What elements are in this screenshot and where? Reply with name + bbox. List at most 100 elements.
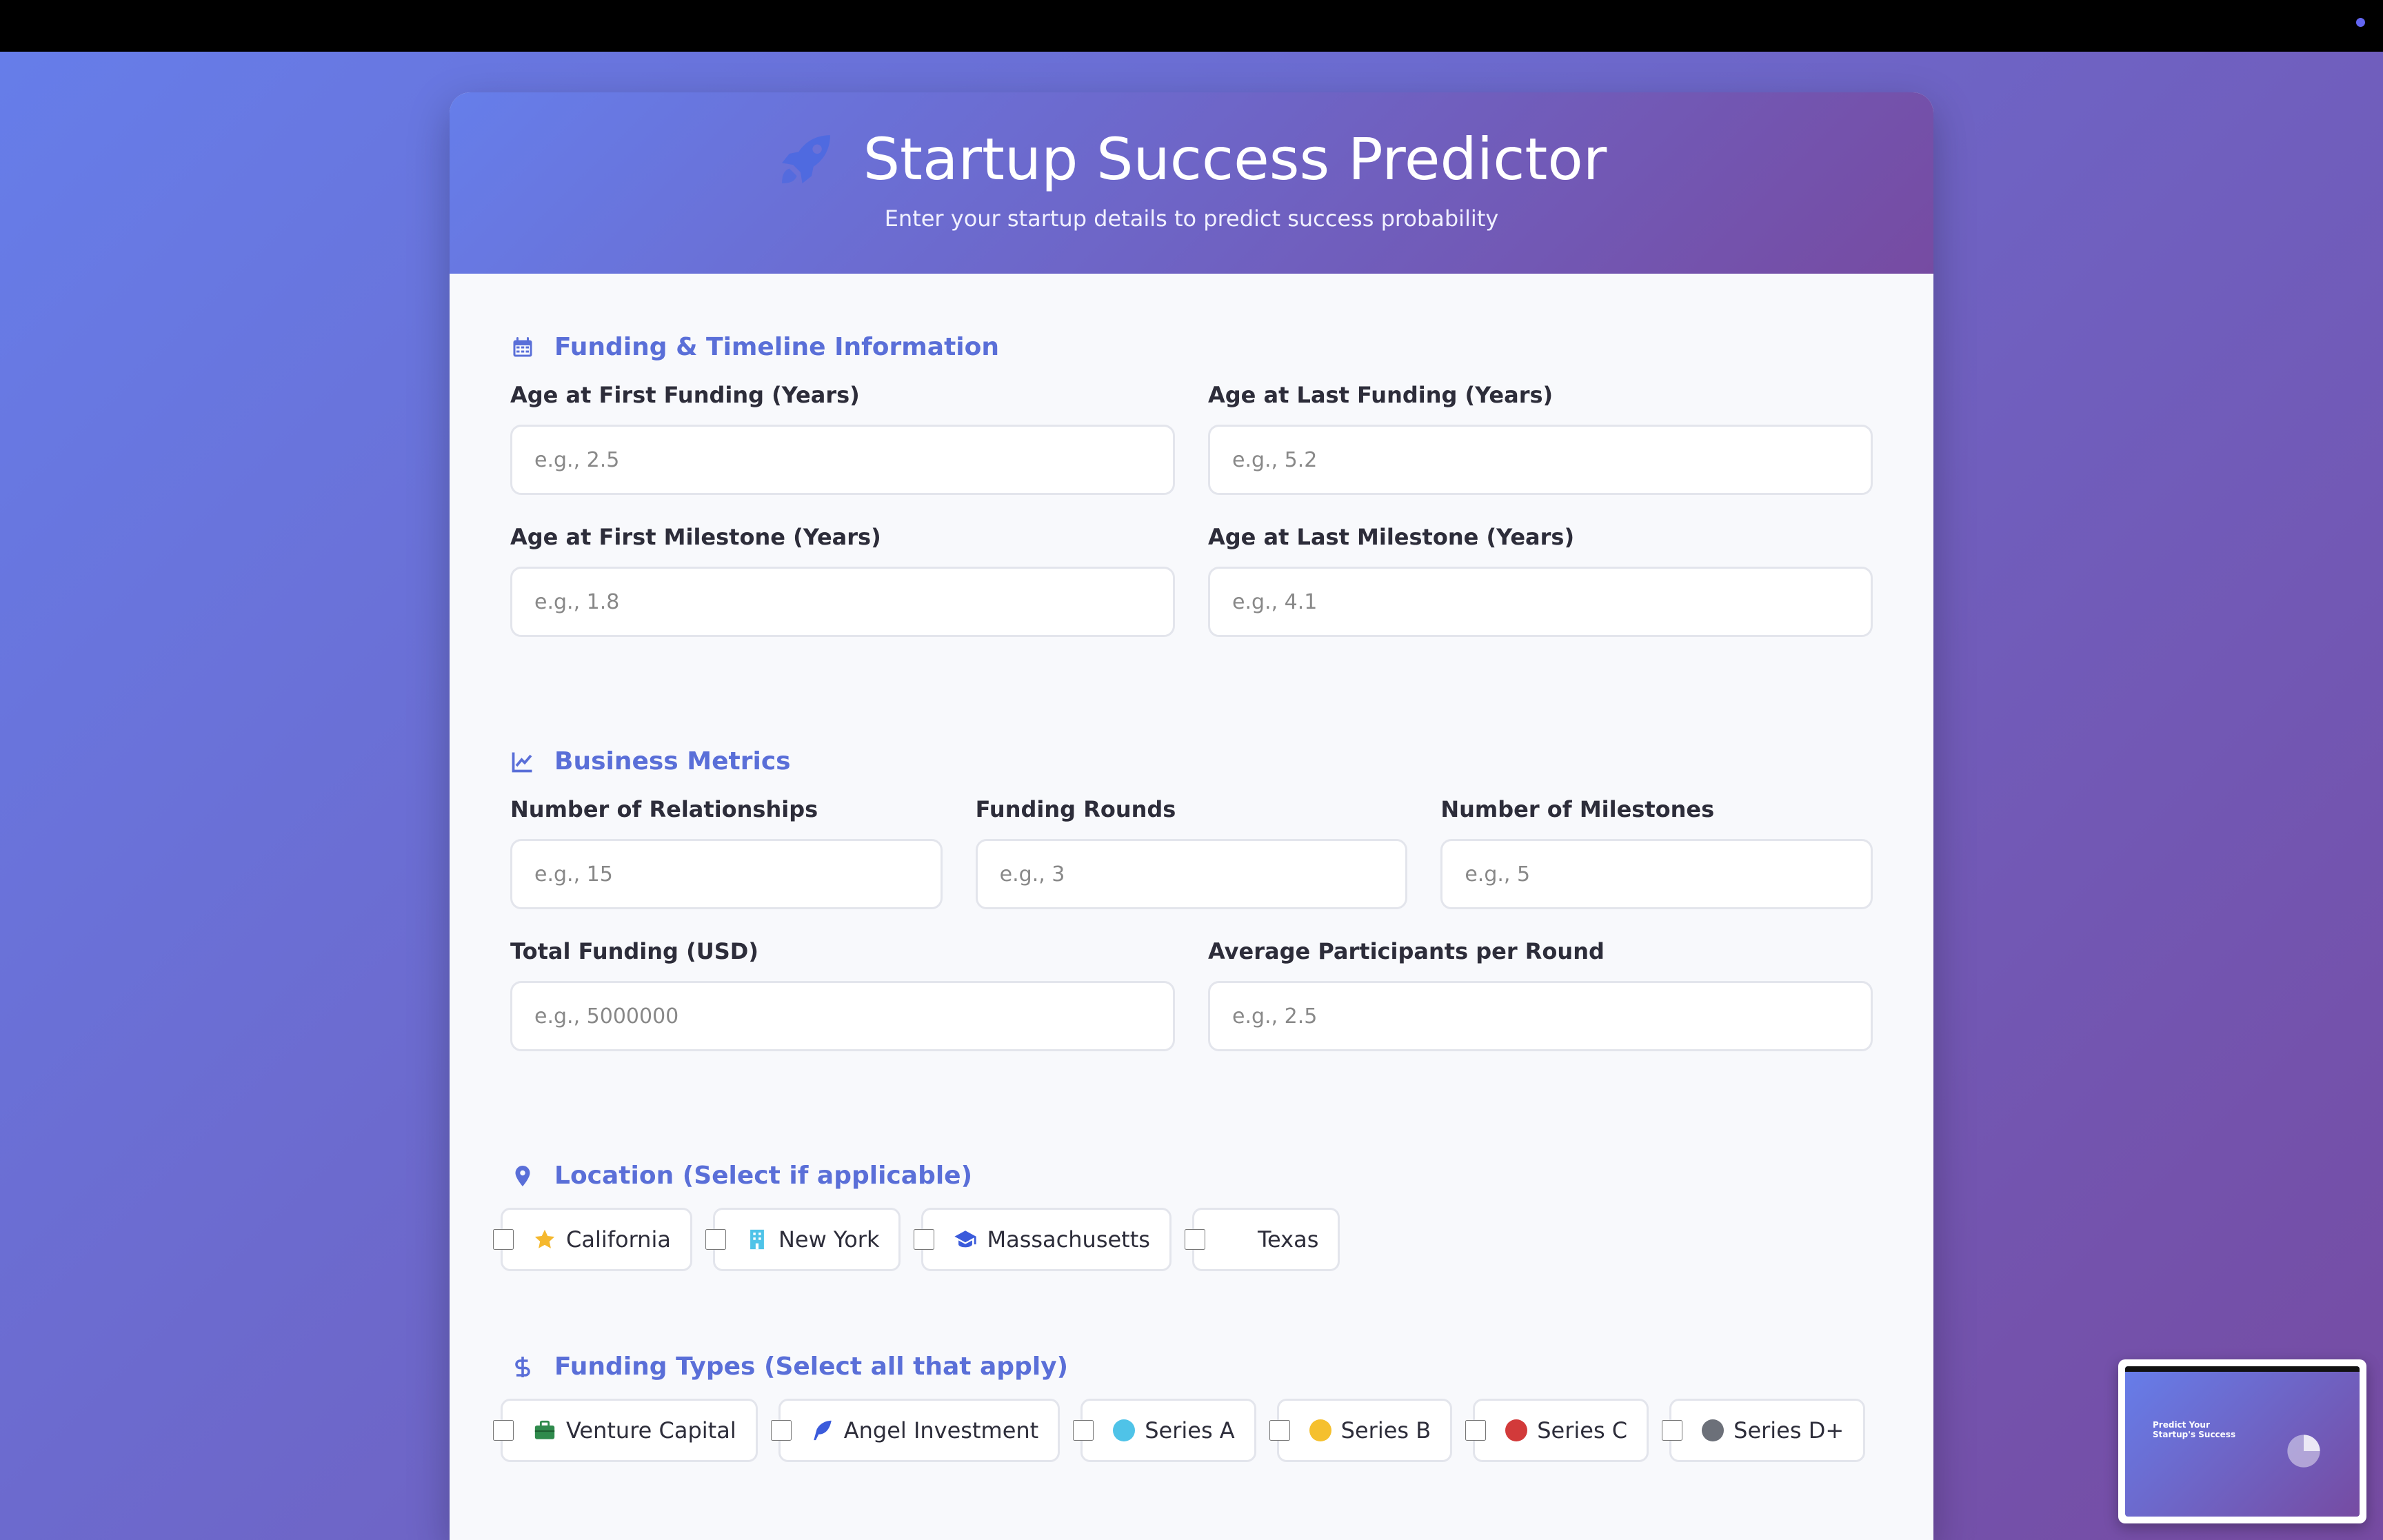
funding-types-section-title: Funding Types (Select all that apply) <box>510 1352 1873 1381</box>
business-section-title: Business Metrics <box>510 747 1873 776</box>
business-fields-row2: Total Funding (USD) Average Participants… <box>510 938 1873 1080</box>
location-option-new-york[interactable]: New York <box>705 1208 901 1271</box>
funding-section: Funding & Timeline Information Age at Fi… <box>450 274 1933 666</box>
location-section: Location (Select if applicable) Californ… <box>450 1080 1933 1271</box>
field-label: Age at First Milestone (Years) <box>510 524 881 550</box>
field-age-first-milestone: Age at First Milestone (Years) <box>510 524 1175 637</box>
field-age-last-milestone: Age at Last Milestone (Years) <box>1208 524 1873 637</box>
field-label: Average Participants per Round <box>1208 938 1605 964</box>
series-c-checkbox[interactable] <box>1465 1420 1487 1441</box>
title-row: Startup Success Predictor <box>450 92 1933 193</box>
new-york-checkbox[interactable] <box>705 1229 726 1250</box>
circle-icon <box>1113 1419 1136 1441</box>
business-fields-row1: Number of Relationships Funding Rounds N… <box>510 796 1873 938</box>
field-label: Number of Relationships <box>510 796 818 822</box>
option-label: Texas <box>1257 1226 1319 1253</box>
relationships-input[interactable] <box>510 839 943 909</box>
field-relationships: Number of Relationships <box>510 796 943 909</box>
feather-icon <box>813 1420 832 1441</box>
thumbnail-preview: Predict Your Startup's Success <box>2125 1366 2360 1517</box>
funding-option-series-c[interactable]: Series C <box>1465 1399 1649 1462</box>
series-a-checkbox[interactable] <box>1073 1420 1094 1441</box>
funding-section-title: Funding & Timeline Information <box>510 333 1873 361</box>
field-label: Age at Last Milestone (Years) <box>1208 524 1575 550</box>
status-dot <box>2356 18 2365 27</box>
funding-option-series-d-plus[interactable]: Series D+ <box>1662 1399 1866 1462</box>
graduation-cap-icon <box>954 1230 977 1248</box>
rocket-icon <box>781 135 830 183</box>
page-subtitle: Enter your startup details to predict su… <box>884 205 1499 232</box>
thumbnail-bar <box>2125 1366 2360 1372</box>
field-label: Funding Rounds <box>975 796 1176 822</box>
field-age-last-funding: Age at Last Funding (Years) <box>1208 382 1873 495</box>
funding-type-options: Venture Capital Angel Investment Series … <box>493 1399 1873 1462</box>
age-last-funding-input[interactable] <box>1208 425 1873 495</box>
option-label: Massachusetts <box>987 1226 1150 1253</box>
card-header: Startup Success Predictor Enter your sta… <box>450 92 1933 274</box>
age-last-milestone-input[interactable] <box>1208 567 1873 637</box>
venture-capital-checkbox[interactable] <box>493 1420 514 1441</box>
thumbnail-title: Predict Your Startup's Success <box>2153 1420 2236 1439</box>
option-label: Series A <box>1145 1417 1235 1443</box>
age-first-funding-input[interactable] <box>510 425 1175 495</box>
option-label: Series D+ <box>1733 1417 1844 1443</box>
building-icon <box>750 1229 764 1250</box>
avg-participants-input[interactable] <box>1208 981 1873 1051</box>
field-label: Age at Last Funding (Years) <box>1208 382 1554 408</box>
section-heading: Funding & Timeline Information <box>554 333 999 361</box>
section-heading: Funding Types (Select all that apply) <box>554 1352 1069 1381</box>
series-b-checkbox[interactable] <box>1269 1420 1290 1441</box>
blank-icon <box>1225 1228 1248 1251</box>
section-heading: Location (Select if applicable) <box>554 1162 973 1190</box>
predictor-card: Startup Success Predictor Enter your sta… <box>450 92 1933 1540</box>
option-label: Series C <box>1537 1417 1628 1443</box>
page-title: Startup Success Predictor <box>863 125 1607 193</box>
funding-fields: Age at First Funding (Years) Age at Last… <box>510 382 1873 666</box>
funding-option-series-b[interactable]: Series B <box>1269 1399 1453 1462</box>
circle-icon <box>1505 1419 1528 1441</box>
top-bar <box>0 0 2383 52</box>
funding-option-venture-capital[interactable]: Venture Capital <box>493 1399 758 1462</box>
business-section: Business Metrics Number of Relationships… <box>450 666 1933 1080</box>
circle-icon <box>1702 1419 1725 1441</box>
field-label: Total Funding (USD) <box>510 938 758 964</box>
field-label: Number of Milestones <box>1440 796 1715 822</box>
briefcase-icon <box>534 1420 555 1439</box>
field-total-funding: Total Funding (USD) <box>510 938 1175 1051</box>
funding-rounds-input[interactable] <box>975 839 1408 909</box>
texas-checkbox[interactable] <box>1184 1229 1205 1250</box>
pie-chart-icon <box>2287 1435 2320 1468</box>
california-checkbox[interactable] <box>493 1229 514 1250</box>
field-funding-rounds: Funding Rounds <box>975 796 1408 909</box>
milestones-input[interactable] <box>1440 839 1873 909</box>
angel-investment-checkbox[interactable] <box>770 1420 792 1441</box>
total-funding-input[interactable] <box>510 981 1175 1051</box>
option-label: Series B <box>1340 1417 1431 1443</box>
massachusetts-checkbox[interactable] <box>914 1229 935 1250</box>
location-options: California New York Massachusetts Texas <box>493 1208 1873 1271</box>
field-milestones: Number of Milestones <box>1440 796 1873 909</box>
age-first-milestone-input[interactable] <box>510 567 1175 637</box>
map-pin-icon <box>515 1165 530 1186</box>
option-label: Venture Capital <box>566 1417 736 1443</box>
field-age-first-funding: Age at First Funding (Years) <box>510 382 1175 495</box>
funding-option-series-a[interactable]: Series A <box>1073 1399 1256 1462</box>
section-heading: Business Metrics <box>554 747 791 776</box>
option-label: Angel Investment <box>843 1417 1039 1443</box>
circle-icon <box>1309 1419 1331 1441</box>
field-avg-participants: Average Participants per Round <box>1208 938 1873 1051</box>
star-icon <box>534 1229 555 1248</box>
location-option-massachusetts[interactable]: Massachusetts <box>914 1208 1172 1271</box>
location-section-title: Location (Select if applicable) <box>510 1162 1873 1190</box>
option-label: New York <box>778 1226 880 1253</box>
location-option-texas[interactable]: Texas <box>1184 1208 1340 1271</box>
location-option-california[interactable]: California <box>493 1208 692 1271</box>
calendar-icon <box>513 336 532 356</box>
series-d-plus-checkbox[interactable] <box>1662 1420 1683 1441</box>
dollar-icon <box>515 1356 530 1377</box>
line-chart-icon <box>512 752 532 772</box>
funding-option-angel-investment[interactable]: Angel Investment <box>770 1399 1060 1462</box>
funding-types-section: Funding Types (Select all that apply) Ve… <box>450 1271 1933 1462</box>
field-label: Age at First Funding (Years) <box>510 382 860 408</box>
page-thumbnail[interactable]: Predict Your Startup's Success <box>2118 1359 2366 1523</box>
